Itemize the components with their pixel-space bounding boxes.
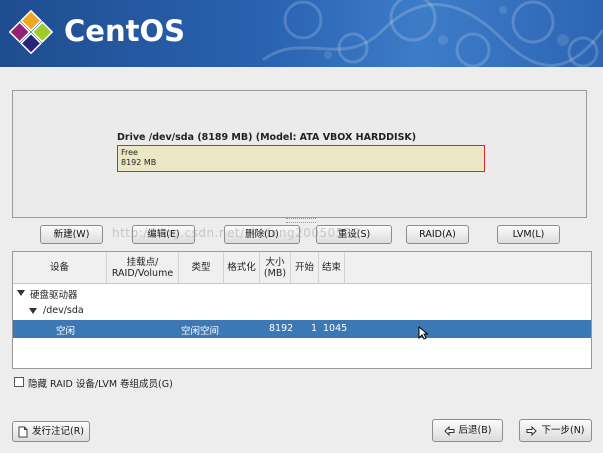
column-header-end[interactable]: 结束 [319, 252, 345, 283]
drive-title: Drive /dev/sda (8189 MB) (Model: ATA VBO… [117, 132, 417, 143]
reset-button[interactable]: 重设(S) [316, 225, 392, 244]
tree-label-disk: /dev/sda [43, 305, 84, 316]
delete-button[interactable]: 删除(D) [224, 225, 300, 244]
arrow-left-icon [443, 425, 455, 436]
document-icon [18, 426, 28, 437]
hide-raid-lvm-checkbox[interactable] [14, 377, 24, 387]
column-header-start[interactable]: 开始 [291, 252, 319, 283]
decorative-swirl-pattern [262, 0, 603, 67]
free-space-label: Free [121, 148, 138, 157]
cell-device: 空闲 [56, 326, 76, 337]
pane-resize-handle[interactable] [286, 218, 316, 223]
expander-triangle-icon[interactable] [29, 308, 37, 314]
next-button[interactable]: 下一步(N) [519, 419, 592, 442]
tree-row-hard-drives[interactable]: 硬盘驱动器 [13, 284, 591, 302]
partition-table: 设备 挂载点/ RAID/Volume 类型 格式化 大小 (MB) 开始 结束… [12, 251, 592, 369]
cell-size: 8192 [269, 323, 294, 334]
column-header-type[interactable]: 类型 [179, 252, 224, 283]
mouse-pointer-icon [418, 326, 428, 340]
lvm-button[interactable]: LVM(L) [497, 225, 560, 244]
tree-label-hard-drives: 硬盘驱动器 [30, 290, 78, 301]
hide-raid-lvm-label[interactable]: 隐藏 RAID 设备/LVM 卷组成员(G) [28, 376, 173, 390]
free-space-size: 8192 MB [121, 158, 157, 167]
new-button[interactable]: 新建(W) [40, 225, 103, 244]
next-label: 下一步(N) [541, 425, 585, 436]
raid-button[interactable]: RAID(A) [406, 225, 469, 244]
edit-button[interactable]: 编辑(E) [132, 225, 195, 244]
centos-logo-icon [8, 9, 54, 55]
column-header-size[interactable]: 大小 (MB) [260, 252, 291, 283]
release-notes-label: 发行注记(R) [31, 426, 84, 437]
cell-start: 1 [311, 323, 318, 334]
table-header-row: 设备 挂载点/ RAID/Volume 类型 格式化 大小 (MB) 开始 结束 [13, 252, 591, 284]
arrow-right-icon [526, 425, 538, 436]
column-header-mount[interactable]: 挂载点/ RAID/Volume [107, 252, 179, 283]
column-header-format[interactable]: 格式化 [224, 252, 260, 283]
installer-header: CentOS [0, 0, 603, 67]
expander-triangle-icon[interactable] [17, 290, 25, 296]
table-row-free-space[interactable]: 空闲 空闲空间 8192 1 1045 [13, 320, 591, 338]
free-space-block[interactable]: Free 8192 MB [117, 145, 485, 172]
drive-visualization-panel: Drive /dev/sda (8189 MB) (Model: ATA VBO… [12, 90, 587, 218]
back-button[interactable]: 后退(B) [432, 419, 503, 442]
cell-end: 1045 [323, 323, 348, 334]
column-header-device[interactable]: 设备 [13, 252, 107, 283]
release-notes-button[interactable]: 发行注记(R) [12, 421, 90, 442]
tree-row-disk[interactable]: /dev/sda [13, 302, 591, 320]
brand-name: CentOS [64, 14, 185, 48]
back-label: 后退(B) [458, 425, 492, 436]
cell-type: 空闲空间 [181, 326, 220, 337]
